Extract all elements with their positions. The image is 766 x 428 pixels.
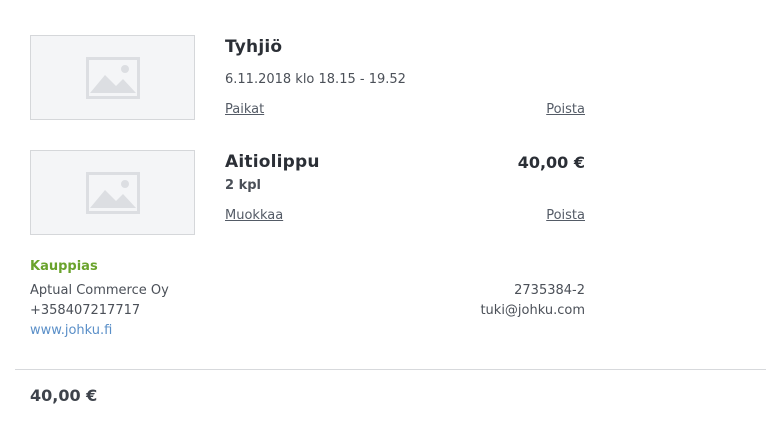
item-thumbnail bbox=[30, 35, 195, 120]
merchant-email: tuki@johku.com bbox=[480, 303, 585, 318]
merchant-name: Aptual Commerce Oy bbox=[30, 283, 169, 298]
merchant-contact: Aptual Commerce Oy +358407217717 www.joh… bbox=[30, 281, 169, 341]
item-title: Tyhjiö bbox=[225, 37, 283, 57]
cart-total: 40,00 € bbox=[30, 386, 98, 405]
item-quantity: 2 kpl bbox=[225, 178, 261, 193]
merchant-heading: Kauppias bbox=[30, 259, 98, 274]
item-price: 40,00 € bbox=[517, 153, 585, 172]
merchant-phone: +358407217717 bbox=[30, 303, 141, 318]
image-placeholder-icon bbox=[85, 56, 140, 99]
edit-link[interactable]: Muokkaa bbox=[225, 208, 283, 223]
merchant-website-link[interactable]: www.johku.fi bbox=[30, 323, 112, 338]
merchant-business-id: 2735384-2 bbox=[514, 283, 585, 298]
merchant-details: 2735384-2 tuki@johku.com bbox=[480, 281, 585, 321]
remove-link[interactable]: Poista bbox=[546, 102, 585, 117]
image-placeholder-icon bbox=[85, 171, 140, 214]
seats-link[interactable]: Paikat bbox=[225, 102, 264, 117]
divider bbox=[15, 369, 766, 370]
item-title: Aitiolippu bbox=[225, 152, 320, 172]
cart-page: Tyhjiö 6.11.2018 klo 18.15 - 19.52 Paika… bbox=[0, 0, 766, 428]
item-datetime: 6.11.2018 klo 18.15 - 19.52 bbox=[225, 72, 406, 87]
item-thumbnail bbox=[30, 150, 195, 235]
remove-link[interactable]: Poista bbox=[546, 208, 585, 223]
